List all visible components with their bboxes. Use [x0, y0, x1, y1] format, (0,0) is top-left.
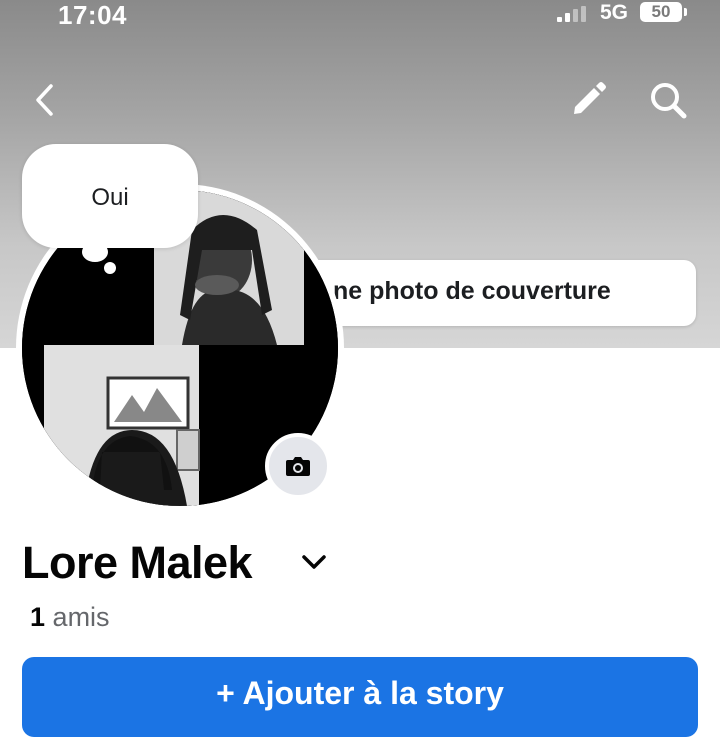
chevron-left-icon	[36, 84, 53, 116]
friends-count-label: amis	[52, 602, 110, 632]
add-to-story-label: + Ajouter à la story	[216, 675, 504, 711]
back-button[interactable]	[24, 78, 68, 122]
profile-name: Lore Malek	[22, 537, 253, 588]
status-bar: 17:04 5G 50	[0, 0, 720, 34]
thought-bubble-tail-dot	[104, 262, 116, 274]
chevron-down-icon[interactable]	[298, 550, 330, 574]
battery-icon: 50	[640, 2, 687, 22]
update-profile-picture-button[interactable]	[265, 433, 331, 499]
thought-bubble-text: Oui	[91, 184, 129, 211]
camera-icon	[286, 457, 310, 476]
friends-count-number: 1	[30, 602, 46, 632]
status-time: 17:04	[58, 0, 127, 30]
search-icon	[651, 83, 687, 119]
add-cover-photo-label: ne photo de couverture	[333, 277, 611, 305]
pencil-icon	[574, 82, 606, 114]
network-type: 5G	[600, 1, 629, 24]
search-button[interactable]	[646, 78, 690, 122]
friends-count[interactable]: 1 amis	[30, 602, 110, 633]
signal-icon	[557, 6, 586, 22]
edit-profile-button[interactable]	[566, 78, 610, 122]
thought-bubble-tail	[82, 242, 108, 262]
add-to-story-button[interactable]: + Ajouter à la story	[22, 657, 698, 737]
